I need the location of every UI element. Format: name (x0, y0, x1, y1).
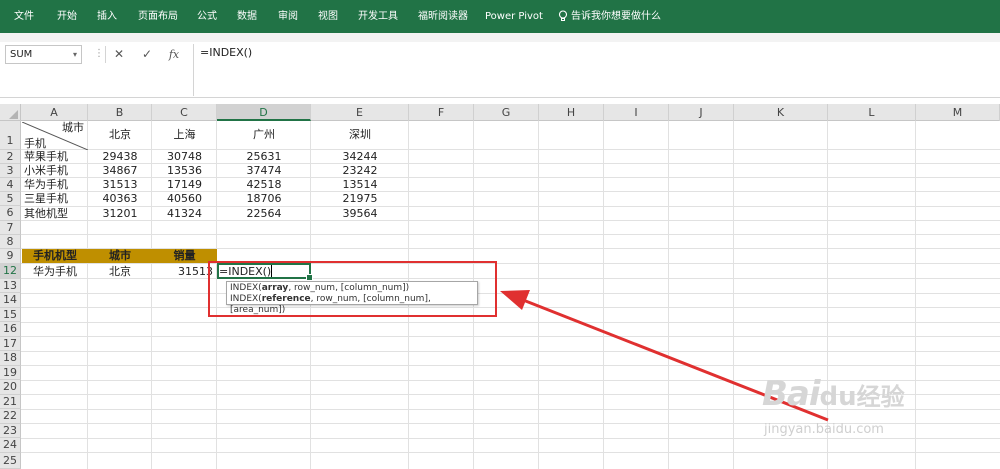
watermark-logo: Bai (762, 374, 821, 414)
baidu-watermark: Baidu经验 jingyan.baidu.com (762, 374, 905, 437)
watermark-text: 经验 (856, 383, 905, 411)
paw-logo: du (819, 382, 857, 412)
watermark-url: jingyan.baidu.com (764, 422, 884, 437)
